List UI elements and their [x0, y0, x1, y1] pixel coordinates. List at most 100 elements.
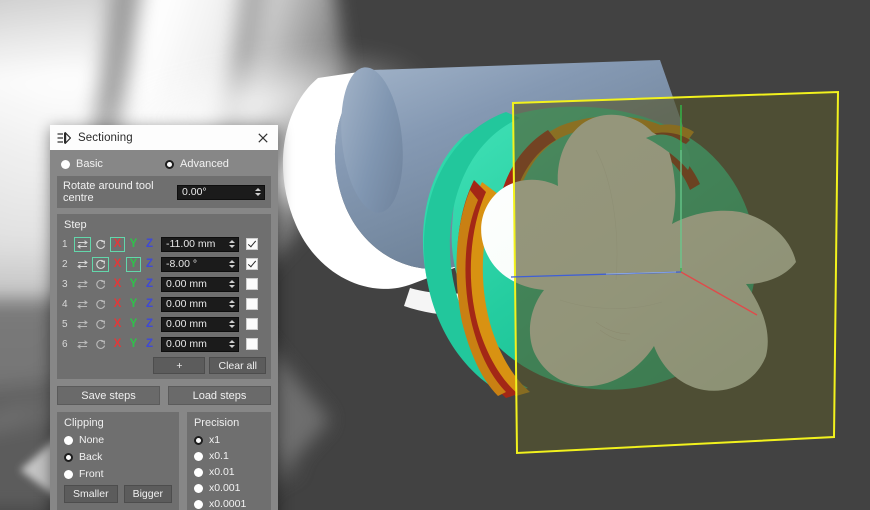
axis-x-button[interactable]: X — [110, 277, 125, 292]
axis-x-button[interactable]: X — [110, 237, 125, 252]
step-enabled-checkbox[interactable] — [246, 338, 258, 350]
add-step-button[interactable]: + — [153, 357, 205, 374]
axis-x-button[interactable]: X — [110, 297, 125, 312]
step-row[interactable]: 4 X Y Z — [62, 295, 266, 313]
rotate-icon[interactable] — [92, 237, 109, 252]
radio-precision-x0-001[interactable] — [194, 484, 203, 493]
step-row[interactable]: 6 X Y Z — [62, 335, 266, 353]
step-row[interactable]: 5 X Y Z — [62, 315, 266, 333]
axis-x-button[interactable]: X — [110, 317, 125, 332]
axis-y-button[interactable]: Y — [126, 297, 141, 312]
clipping-label-none: None — [79, 434, 104, 446]
mode-option-basic[interactable]: Basic — [61, 158, 165, 170]
step-value: 0.00 mm — [166, 298, 226, 310]
mode-option-advanced[interactable]: Advanced — [165, 158, 269, 170]
axis-z-button[interactable]: Z — [142, 277, 157, 292]
rotate-icon[interactable] — [92, 317, 109, 332]
radio-precision-x0-1[interactable] — [194, 452, 203, 461]
step-enabled-checkbox[interactable] — [246, 238, 258, 250]
step-enabled-checkbox[interactable] — [246, 318, 258, 330]
step-number: 2 — [62, 259, 74, 270]
translate-icon[interactable] — [74, 337, 91, 352]
axis-z-button[interactable]: Z — [142, 337, 157, 352]
rotate-around-tool-centre-row: Rotate around tool centre 0.00° — [57, 176, 271, 208]
translate-icon[interactable] — [74, 317, 91, 332]
translate-icon[interactable] — [74, 237, 91, 252]
clipping-title: Clipping — [64, 417, 172, 429]
step-number: 6 — [62, 339, 74, 350]
dialog-titlebar[interactable]: Sectioning — [50, 125, 278, 150]
clipping-option-back[interactable]: Back — [64, 451, 172, 463]
sectioning-dialog[interactable]: Sectioning Basic Advanced — [50, 125, 278, 510]
save-steps-button[interactable]: Save steps — [57, 386, 160, 405]
rotate-icon[interactable] — [92, 337, 109, 352]
step-enabled-checkbox[interactable] — [246, 278, 258, 290]
radio-precision-x1[interactable] — [194, 436, 203, 445]
bigger-button[interactable]: Bigger — [124, 485, 172, 503]
precision-option-x0-01[interactable]: x0.01 — [194, 466, 264, 478]
step-value-input[interactable]: 0.00 mm — [161, 337, 239, 352]
step-number: 5 — [62, 319, 74, 330]
axis-z-button[interactable]: Z — [142, 297, 157, 312]
radio-advanced[interactable] — [165, 160, 174, 169]
translate-icon[interactable] — [74, 277, 91, 292]
step-value-input[interactable]: -8.00 ° — [161, 257, 239, 272]
spinner-arrows-icon[interactable] — [226, 318, 237, 331]
step-value-input[interactable]: 0.00 mm — [161, 297, 239, 312]
precision-option-x0-1[interactable]: x0.1 — [194, 450, 264, 462]
rotate-around-tool-centre-input[interactable]: 0.00° — [177, 185, 265, 200]
spinner-arrows-icon[interactable] — [226, 298, 237, 311]
precision-option-x0-001[interactable]: x0.001 — [194, 482, 264, 494]
radio-clipping-none[interactable] — [64, 436, 73, 445]
step-value-input[interactable]: 0.00 mm — [161, 277, 239, 292]
dialog-body: Basic Advanced Rotate around tool centre… — [50, 150, 278, 510]
clipping-option-none[interactable]: None — [64, 434, 172, 446]
spinner-arrows-icon[interactable] — [226, 238, 237, 251]
load-steps-button[interactable]: Load steps — [168, 386, 271, 405]
step-value-input[interactable]: -11.00 mm — [161, 237, 239, 252]
smaller-button[interactable]: Smaller — [64, 485, 118, 503]
step-enabled-checkbox[interactable] — [246, 298, 258, 310]
step-value: 0.00 mm — [166, 338, 226, 350]
spinner-arrows-icon[interactable] — [226, 258, 237, 271]
axis-z-button[interactable]: Z — [142, 257, 157, 272]
step-row[interactable]: 1 X Y Z — [62, 235, 266, 253]
clipping-option-front[interactable]: Front — [64, 468, 172, 480]
clipping-size-buttons: Smaller Bigger — [64, 485, 172, 503]
translate-icon[interactable] — [74, 297, 91, 312]
clear-all-button[interactable]: Clear all — [209, 357, 266, 374]
step-row[interactable]: 3 X Y Z — [62, 275, 266, 293]
step-value: 0.00 mm — [166, 318, 226, 330]
axis-y-button[interactable]: Y — [126, 337, 141, 352]
clipping-group: Clipping None Back Front Smaller — [57, 412, 179, 510]
close-icon[interactable] — [254, 129, 272, 147]
axis-z-button[interactable]: Z — [142, 317, 157, 332]
steps-header: Step — [64, 219, 266, 231]
axis-y-button[interactable]: Y — [126, 257, 141, 272]
radio-precision-x0-0001[interactable] — [194, 500, 203, 509]
radio-clipping-front[interactable] — [64, 470, 73, 479]
precision-option-x1[interactable]: x1 — [194, 434, 264, 446]
spinner-arrows-icon[interactable] — [226, 338, 237, 351]
translate-icon[interactable] — [74, 257, 91, 272]
spinner-arrows-icon[interactable] — [226, 278, 237, 291]
rotate-icon[interactable] — [92, 277, 109, 292]
mode-radio-group: Basic Advanced — [57, 156, 271, 176]
spinner-arrows-icon[interactable] — [252, 186, 263, 199]
rotate-icon[interactable] — [92, 297, 109, 312]
axis-y-button[interactable]: Y — [126, 237, 141, 252]
radio-basic[interactable] — [61, 160, 70, 169]
radio-precision-x0-01[interactable] — [194, 468, 203, 477]
radio-clipping-back[interactable] — [64, 453, 73, 462]
axis-y-button[interactable]: Y — [126, 317, 141, 332]
step-value-input[interactable]: 0.00 mm — [161, 317, 239, 332]
rotate-icon[interactable] — [92, 257, 109, 272]
axis-z-button[interactable]: Z — [142, 237, 157, 252]
step-enabled-checkbox[interactable] — [246, 258, 258, 270]
axis-y-button[interactable]: Y — [126, 277, 141, 292]
precision-label-x0-01: x0.01 — [209, 466, 235, 478]
axis-x-button[interactable]: X — [110, 337, 125, 352]
precision-option-x0-0001[interactable]: x0.0001 — [194, 498, 264, 510]
axis-x-button[interactable]: X — [110, 257, 125, 272]
step-row[interactable]: 2 X Y Z — [62, 255, 266, 273]
